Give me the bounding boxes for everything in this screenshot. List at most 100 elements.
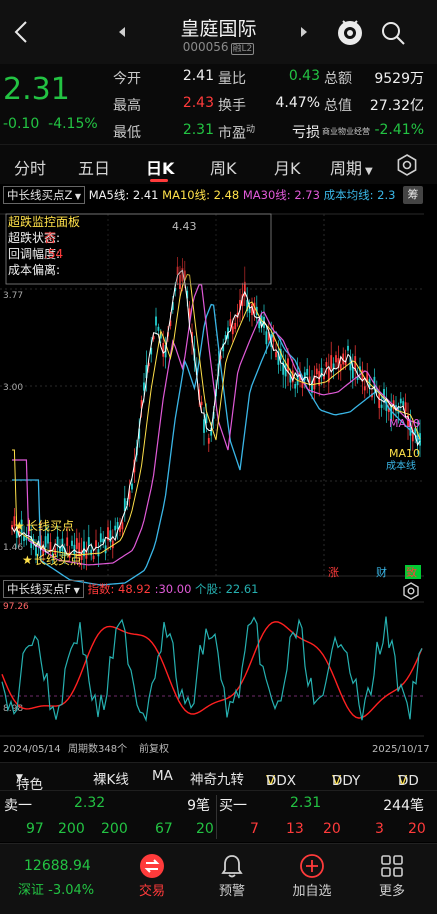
toolbar-magic-nine[interactable]: 神奇九转: [190, 768, 244, 788]
main-indicator-selector[interactable]: 中长线买点Z ▼: [3, 186, 86, 204]
buy-signal-label-2: 长线买点: [34, 553, 82, 567]
sell-queue-1: 97: [26, 821, 44, 837]
sub-indicator-legend: 中长线买点F ▼ 指数: 48.92 :30.00 个股: 22.61: [0, 580, 437, 600]
candle-body: [234, 323, 237, 329]
candle-body: [87, 537, 90, 546]
nav-add-watchlist[interactable]: 加自选: [275, 852, 349, 899]
oversold-status-value: 否: [44, 231, 56, 245]
toolbar-ddx-label: DDX: [266, 773, 297, 789]
caret-down-icon: ▼: [71, 586, 80, 595]
search-icon[interactable]: [380, 20, 406, 46]
buy-queue-2: 13: [286, 821, 304, 837]
stock-name: 皇庭国际: [180, 18, 257, 40]
buy-queue-5: 20: [408, 821, 426, 837]
sub-settings-gear-icon[interactable]: [402, 582, 420, 600]
candle-body: [404, 402, 407, 412]
period-label: 周期: [330, 159, 363, 178]
open-value: 2.41: [182, 68, 214, 84]
candle-body: [399, 398, 402, 404]
nav-alert[interactable]: 预警: [195, 852, 269, 899]
nav-more-label: 更多: [378, 884, 405, 899]
candle-body: [231, 326, 234, 335]
index-line: 深证 -3.04%: [18, 879, 94, 898]
tab-intraday[interactable]: 分时: [14, 155, 46, 179]
index-legend: 指数: 48.92: [87, 582, 151, 596]
caret-down-icon: ▼: [16, 773, 23, 783]
sector-name[interactable]: 商业物业经营: [322, 126, 370, 137]
ma5-legend: MA5线: 2.41: [88, 188, 159, 202]
settings-gear-icon[interactable]: [396, 154, 418, 176]
pe-suffix: 动: [246, 125, 256, 135]
candle-body: [380, 404, 383, 408]
chip-distribution-button[interactable]: 筹: [403, 186, 423, 204]
active-tab-indicator: [150, 179, 168, 182]
high-value: 2.43: [182, 95, 214, 111]
order-book[interactable]: 卖一 2.32 9笔 买一 2.31 244笔 97 200 200 67 20…: [0, 790, 437, 842]
sell-queue-2: 200: [58, 821, 85, 837]
nav-trade-label: 交易: [138, 884, 165, 899]
buy-one-count: 244笔: [383, 798, 424, 814]
index-ticker[interactable]: 12688.94 深证 -3.04%: [0, 844, 111, 914]
ma10-inline-tag: MA10: [389, 417, 420, 430]
candle-body: [200, 401, 203, 406]
tab-five-day[interactable]: 五日: [78, 155, 110, 179]
period-tabs: 分时 五日 日K 周K 月K 周期 ▼: [0, 144, 437, 184]
market-cap-label: 总值: [324, 98, 352, 114]
cost-line-legend: 成本均线: 2.3: [323, 188, 396, 202]
nav-more[interactable]: 更多: [355, 852, 429, 899]
candle-body: [114, 525, 117, 531]
candle-body: [265, 331, 268, 345]
candle-body: [363, 386, 366, 391]
candle-body: [116, 522, 119, 529]
candle-body: [66, 537, 69, 546]
ma30-legend: MA30线: 2.73: [242, 188, 320, 202]
toolbar-ddz-label: DD: [398, 773, 419, 789]
sub-indicator-selector[interactable]: 中长线买点F ▼: [3, 580, 84, 598]
candle-body: [378, 393, 381, 409]
candle-body: [71, 540, 73, 546]
volume-ratio-value: 0.43: [288, 68, 320, 84]
candle-body: [99, 533, 102, 543]
stock-legend: 个股: 22.61: [195, 582, 259, 596]
sell-queue-4: 67: [155, 821, 173, 837]
ma10-end-tag: MA10: [389, 447, 420, 460]
sell-queue-5: 20: [196, 821, 214, 837]
chart-toolbar: 特色 ▼ 裸K线 MA 神奇九转 V DDX V DDY V DD: [0, 762, 437, 790]
main-indicator-name: 中长线买点Z: [7, 188, 73, 202]
candle-body: [351, 366, 354, 379]
tab-daily-k[interactable]: 日K: [146, 155, 174, 179]
ma5-line: [11, 269, 421, 556]
header-bar: 皇庭国际 000056 融L2: [0, 0, 437, 64]
toolbar-naked-k[interactable]: 裸K线: [93, 768, 129, 788]
notice-mark[interactable]: 致: [406, 565, 417, 579]
candle-body: [306, 368, 309, 376]
sub-y-top-label: 97.26: [3, 602, 29, 612]
tab-monthly-k[interactable]: 月K: [274, 155, 301, 179]
limit-up-mark[interactable]: 涨: [328, 566, 339, 579]
robot-assistant-icon[interactable]: [335, 16, 365, 48]
bell-icon: [221, 855, 243, 878]
axis-period-count: 周期数348个: [68, 742, 127, 755]
candle-body: [229, 319, 232, 327]
low-label: 最低: [113, 125, 141, 141]
nav-trade[interactable]: 交易: [115, 852, 189, 899]
tab-weekly-k[interactable]: 周K: [210, 155, 237, 179]
sub-indicator-name: 中长线买点F: [7, 582, 72, 596]
bottom-navigation: 12688.94 深证 -3.04% 交易 预警 加自选 更多: [0, 843, 437, 914]
sell-one-label: 卖一: [4, 798, 32, 814]
toolbar-ma[interactable]: MA: [152, 768, 173, 784]
next-stock-icon[interactable]: [299, 26, 309, 38]
buy-signal-label-1: 长线买点: [26, 519, 74, 533]
financial-report-mark[interactable]: 财: [376, 565, 387, 579]
candle-body: [330, 355, 333, 369]
tab-period-dropdown[interactable]: 周期 ▼: [330, 155, 373, 179]
turnover-value: 4.47%: [275, 95, 320, 111]
candle-body: [294, 384, 297, 389]
nav-add-watchlist-label: 加自选: [292, 884, 332, 899]
nav-alert-label: 预警: [218, 884, 245, 899]
low-value: 2.31: [182, 122, 214, 138]
sell-queue-3: 200: [101, 821, 128, 837]
stock-code: 000056: [182, 40, 229, 54]
turnover-label: 换手: [218, 98, 246, 114]
kline-chart[interactable]: 超跌监控面板 超跌状态: 否 回调幅度: .54 成本偏离: 4.43 3.77…: [0, 206, 437, 762]
